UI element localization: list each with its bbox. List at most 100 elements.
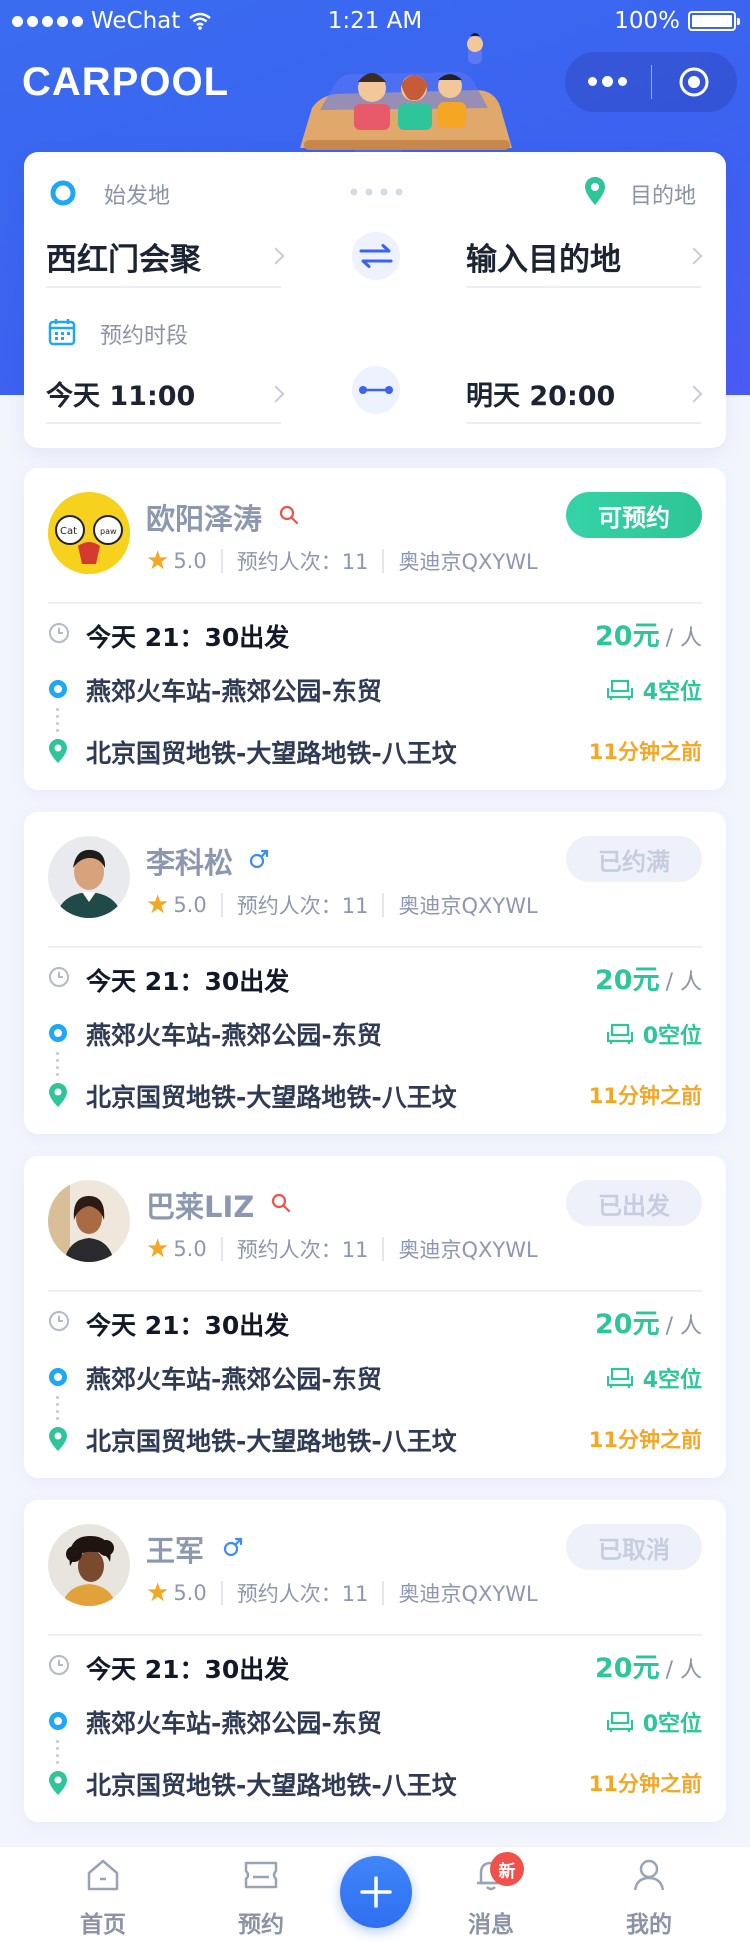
clock-icon <box>49 623 69 643</box>
status-button[interactable]: 已取消 <box>566 1524 702 1570</box>
driver-meta: ★ 5.0 预约人次：11 奥迪京QXYWL <box>146 890 538 920</box>
seats-text: 0空位 <box>642 1024 702 1049</box>
driver-name: 王军 <box>146 1534 205 1568</box>
swap-arrows-icon <box>359 244 393 268</box>
seats-available: 0空位 <box>606 1706 702 1738</box>
seats-available: 4空位 <box>606 674 702 706</box>
destination-pin-icon <box>585 177 605 205</box>
posted-time: 11分钟之前 <box>588 1772 702 1796</box>
driver-name: 巴莱LIZ <box>146 1190 255 1224</box>
meta-divider <box>220 1237 223 1261</box>
seat-icon <box>606 1711 633 1732</box>
price: 20元 / 人 <box>595 958 702 997</box>
tab-home[interactable]: 首页 <box>48 1847 158 1942</box>
status-bar: WeChat 1:21 AM 100% <box>0 0 750 44</box>
departure-time: 今天 21：30出发 <box>86 1655 290 1684</box>
home-icon <box>87 1859 119 1891</box>
swap-button[interactable] <box>352 232 400 280</box>
destination-pin-icon <box>49 1083 67 1107</box>
ride-card[interactable]: Cat paw 欧阳泽涛 ★ 5.0 预约人次：11 奥迪京QXYWL 可预约 … <box>24 468 726 790</box>
origin-dot-icon <box>49 1024 67 1042</box>
period-label: 预约时段 <box>100 324 189 349</box>
tab-booking-label: 预约 <box>238 1912 284 1938</box>
route-dots-icon <box>56 706 59 736</box>
avatar <box>48 1180 130 1262</box>
route-to: 北京国贸地铁-大望路地铁-八王坟 <box>86 739 457 768</box>
posted-time: 11分钟之前 <box>588 740 702 764</box>
seats-text: 0空位 <box>642 1712 702 1737</box>
meta-divider <box>382 893 385 917</box>
tab-mine[interactable]: 我的 <box>594 1847 704 1942</box>
star-icon: ★ <box>146 890 170 920</box>
avatar: Cat paw <box>48 492 130 574</box>
meta-divider <box>382 1237 385 1261</box>
route-from: 燕郊火车站-燕郊公园-东贸 <box>86 1365 382 1394</box>
avatar <box>48 1524 130 1606</box>
driver-name: 李科松 <box>146 846 234 880</box>
price: 20元 / 人 <box>595 614 702 653</box>
price-amount: 20元 <box>595 621 660 652</box>
male-icon <box>249 849 269 869</box>
time-range-connector <box>352 366 400 414</box>
meta-divider <box>382 1581 385 1605</box>
ticket-icon <box>244 1861 278 1889</box>
price-amount: 20元 <box>595 1653 660 1684</box>
ride-card[interactable]: 李科松 ★ 5.0 预约人次：11 奥迪京QXYWL 已约满 今天 21：30出… <box>24 812 726 1134</box>
carpool-car-illustration <box>300 33 512 150</box>
end-time-value[interactable]: 明天 20:00 <box>466 374 615 413</box>
tab-home-label: 首页 <box>80 1912 126 1938</box>
card-divider <box>48 1290 702 1292</box>
range-link-icon <box>359 386 393 394</box>
destination-input[interactable]: 输入目的地 <box>466 234 621 279</box>
seats-text: 4空位 <box>642 680 702 705</box>
calendar-icon <box>48 319 76 346</box>
price-unit: / 人 <box>665 1658 702 1683</box>
star-icon: ★ <box>146 546 170 576</box>
departure-time: 今天 21：30出发 <box>86 623 290 652</box>
origin-dot-icon <box>49 1368 67 1386</box>
meta-divider <box>382 549 385 573</box>
price: 20元 / 人 <box>595 1302 702 1341</box>
departure-time: 今天 21：30出发 <box>86 1311 290 1340</box>
status-button[interactable]: 已约满 <box>566 836 702 882</box>
destination-chevron-icon <box>685 247 703 265</box>
price-amount: 20元 <box>595 1309 660 1340</box>
clock-icon <box>49 1311 69 1331</box>
origin-label: 始发地 <box>104 184 171 209</box>
origin-dot-icon <box>49 1712 67 1730</box>
ride-card[interactable]: 王军 ★ 5.0 预约人次：11 奥迪京QXYWL 已取消 今天 21：30出发… <box>24 1500 726 1822</box>
status-button[interactable]: 已出发 <box>566 1180 702 1226</box>
driver-name: 欧阳泽涛 <box>146 502 263 536</box>
messages-new-badge: 新 <box>490 1852 524 1886</box>
price-amount: 20元 <box>595 965 660 996</box>
ride-card[interactable]: 巴莱LIZ ★ 5.0 预约人次：11 奥迪京QXYWL 已出发 今天 21：3… <box>24 1156 726 1478</box>
price: 20元 / 人 <box>595 1646 702 1685</box>
close-target-icon[interactable] <box>652 65 738 99</box>
more-icon[interactable] <box>565 76 651 87</box>
start-time-value[interactable]: 今天 11:00 <box>46 374 195 413</box>
seats-available: 0空位 <box>606 1018 702 1050</box>
user-icon <box>633 1859 665 1891</box>
add-ride-button[interactable] <box>340 1856 412 1928</box>
plus-icon <box>360 1876 392 1908</box>
price-unit: / 人 <box>665 626 702 651</box>
search-icon[interactable] <box>270 1192 292 1214</box>
rating-value: 5.0 <box>173 1237 207 1261</box>
posted-time: 11分钟之前 <box>588 1428 702 1452</box>
route-from: 燕郊火车站-燕郊公园-东贸 <box>86 1709 382 1738</box>
meta-divider <box>220 893 223 917</box>
bookings-count: 预约人次：11 <box>236 1582 369 1606</box>
origin-value[interactable]: 西红门会聚 <box>46 234 201 279</box>
route-dots-icon <box>350 188 403 196</box>
battery-percent: 100% <box>614 8 680 34</box>
car-plate: 奥迪京QXYWL <box>398 894 538 918</box>
tab-booking[interactable]: 预约 <box>206 1847 316 1942</box>
status-button[interactable]: 可预约 <box>566 492 702 538</box>
tab-messages-label: 消息 <box>468 1912 514 1938</box>
origin-chevron-icon <box>267 247 285 265</box>
search-icon[interactable] <box>278 504 300 526</box>
route-dots-icon <box>56 1738 59 1768</box>
car-plate: 奥迪京QXYWL <box>398 1238 538 1262</box>
male-icon <box>223 1537 243 1557</box>
rating-value: 5.0 <box>173 549 207 573</box>
